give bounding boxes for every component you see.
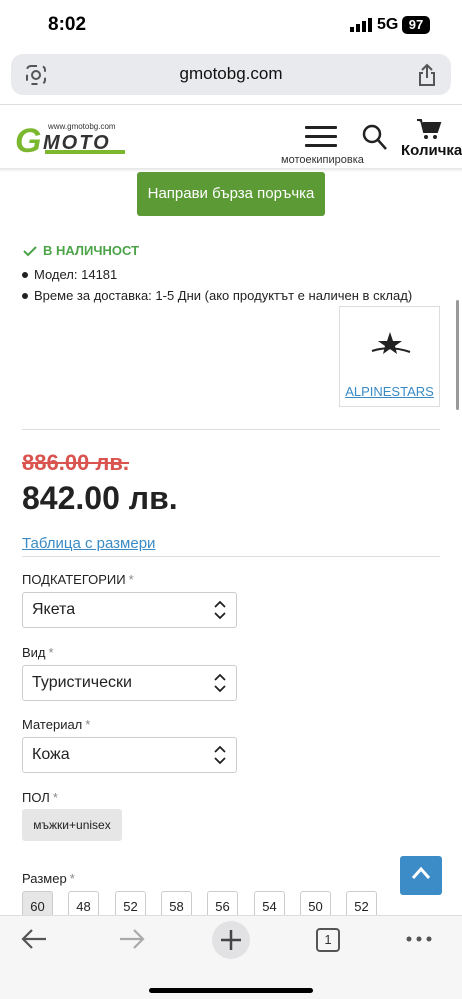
check-icon: [23, 246, 37, 257]
type-value: Туристически: [32, 674, 132, 691]
search-icon[interactable]: [362, 124, 388, 152]
share-icon[interactable]: [417, 63, 437, 87]
subcategory-label: ПОДКАТЕГОРИИ *: [22, 572, 134, 587]
type-label: Вид *: [22, 645, 54, 660]
model-line: Модел: 14181: [22, 267, 117, 282]
gender-label: ПОЛ *: [22, 790, 58, 805]
alpinestars-logo-icon: [371, 332, 411, 354]
quick-order-button[interactable]: Направи бърза поръчка: [137, 172, 325, 216]
logo-url-text: www.gmotobg.com: [48, 122, 116, 131]
size-table-link[interactable]: Таблица с размери: [22, 535, 155, 552]
forward-arrow-icon[interactable]: [118, 928, 146, 950]
type-select[interactable]: Туристически: [22, 665, 237, 701]
scroll-indicator[interactable]: [456, 300, 459, 410]
cart-icon[interactable]: [416, 118, 442, 140]
old-price: 886.00 лв.: [22, 450, 130, 475]
menu-button[interactable]: [305, 126, 337, 152]
status-bar: 8:02 5G 97: [0, 0, 462, 50]
model-text: Модел: 14181: [34, 267, 118, 282]
material-select[interactable]: Кожа: [22, 737, 237, 773]
network-type: 5G: [377, 16, 399, 33]
brand-box[interactable]: ALPINESTARS: [339, 306, 440, 407]
more-options-icon[interactable]: [406, 936, 432, 942]
divider: [22, 429, 440, 430]
select-arrows-icon: [214, 674, 226, 692]
browser-toolbar: 1: [0, 915, 462, 999]
size-label: Размер *: [22, 871, 75, 886]
site-logo[interactable]: www.gmotobg.com G MOTO: [15, 120, 125, 160]
battery-icon: 97: [402, 16, 430, 34]
material-label: Материал *: [22, 717, 91, 732]
cart-label[interactable]: Количка: [401, 142, 462, 159]
address-bar[interactable]: gmotobg.com: [11, 54, 451, 95]
logo-g: G: [15, 122, 42, 160]
home-indicator: [149, 988, 313, 993]
brand-link[interactable]: ALPINESTARS: [340, 384, 439, 399]
new-tab-icon[interactable]: [211, 920, 251, 960]
stock-status: В НАЛИЧНОСТ: [23, 243, 139, 258]
bullet-icon: [22, 271, 28, 278]
back-arrow-icon[interactable]: [20, 928, 48, 950]
divider: [0, 104, 462, 105]
material-value: Кожа: [32, 746, 70, 763]
menu-label[interactable]: мотоекипировка: [281, 154, 364, 166]
logo-underline: [45, 150, 125, 154]
signal-icon: [350, 18, 372, 32]
gender-option[interactable]: мъжки+unisex: [22, 809, 122, 841]
subcategory-value: Якета: [32, 601, 76, 618]
select-arrows-icon: [214, 601, 226, 619]
select-arrows-icon: [214, 746, 226, 764]
subcategory-select[interactable]: Якета: [22, 592, 237, 628]
stock-status-text: В НАЛИЧНОСТ: [43, 243, 140, 258]
status-time: 8:02: [48, 14, 87, 35]
delivery-line: Време за доставка: 1-5 Дни (ако продуктъ…: [22, 288, 412, 303]
scroll-to-top-button[interactable]: [400, 856, 442, 895]
url-text[interactable]: gmotobg.com: [11, 64, 451, 84]
bullet-icon: [22, 292, 28, 299]
tabs-button[interactable]: 1: [316, 928, 340, 952]
current-price: 842.00 лв.: [22, 480, 178, 516]
divider: [22, 556, 440, 557]
chevron-up-icon: [411, 866, 431, 879]
delivery-text: Време за доставка: 1-5 Дни (ако продуктъ…: [34, 288, 413, 303]
